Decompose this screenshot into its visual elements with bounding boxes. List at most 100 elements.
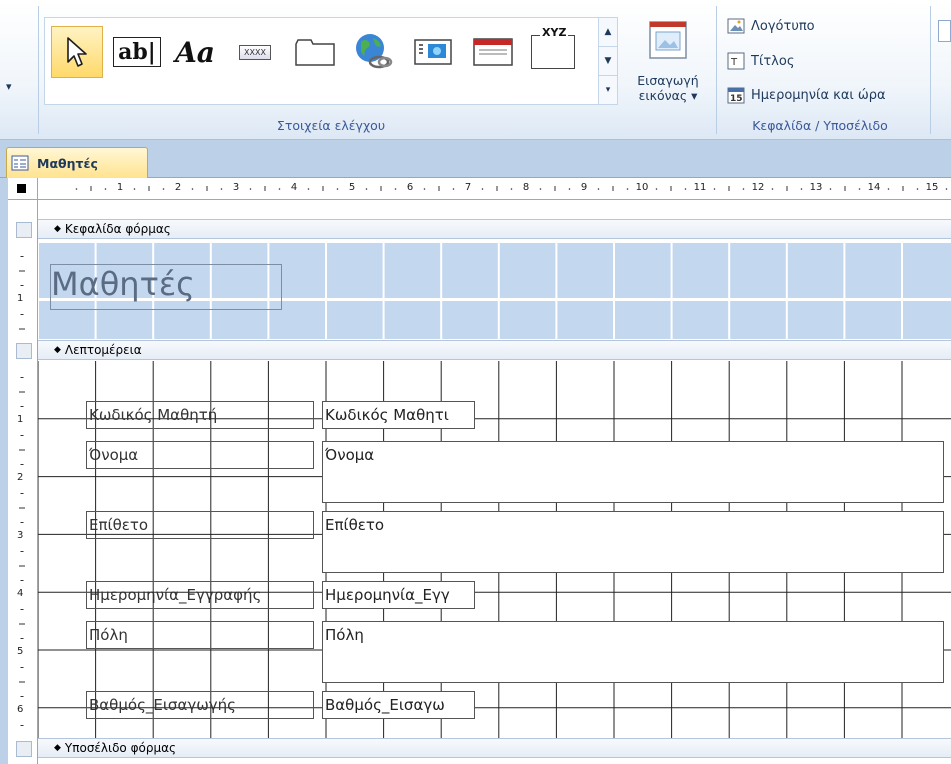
navigation-control-button[interactable] xyxy=(467,26,519,78)
document-tab-label: Μαθητές xyxy=(37,155,98,171)
form-footer-label: Υποσέλιδο φόρμας xyxy=(64,741,177,755)
ribbon-separator xyxy=(930,6,931,134)
section-marker-icon: ◆ xyxy=(54,345,61,355)
title-button[interactable]: T Τίτλος xyxy=(727,50,794,72)
select-pointer-button[interactable] xyxy=(51,26,103,78)
form-title-label[interactable]: Μαθητές xyxy=(50,264,282,310)
field-label[interactable]: Επίθετο xyxy=(86,511,314,539)
ruler-tick xyxy=(336,188,339,190)
option-group-button[interactable]: XYZ xyxy=(527,26,579,78)
navigation-control-icon xyxy=(473,38,513,66)
ruler-tick xyxy=(191,188,194,190)
form-header-section-bar[interactable]: ◆ Κεφαλίδα φόρμας xyxy=(16,219,951,239)
ribbon-left-arrow[interactable]: ▾ xyxy=(6,80,12,93)
ruler-mark: 10 xyxy=(635,182,649,193)
field-textbox[interactable]: Επίθετο xyxy=(322,511,944,573)
label-button[interactable]: Aa xyxy=(169,26,221,78)
field-textbox[interactable]: Κωδικός Μαθητι xyxy=(322,401,475,429)
detail-label: Λεπτομέρεια xyxy=(64,343,142,357)
gallery-scrollbar[interactable]: ▲ ▼ ▾ xyxy=(598,17,618,105)
ruler-tick xyxy=(858,188,861,190)
detail-section-bar[interactable]: ◆ Λεπτομέρεια xyxy=(16,340,951,360)
header-grid-cell xyxy=(845,243,901,298)
option-group-icon: XYZ xyxy=(531,26,575,69)
gallery-expand[interactable]: ▾ xyxy=(599,76,617,105)
section-selector[interactable] xyxy=(16,741,32,757)
section-selector[interactable] xyxy=(16,343,32,359)
ruler-tick xyxy=(655,188,658,190)
ruler-tick xyxy=(75,188,78,190)
field-label[interactable]: Ημερομηνία_Εγγραφής xyxy=(86,581,314,609)
ruler-tick xyxy=(568,188,571,190)
ruler-mark: 12 xyxy=(751,182,765,193)
insert-image-button[interactable]: Εισαγωγή εικόνας ▾ xyxy=(624,16,712,114)
form-designer: 1 2 3 4 5 6 7 8 9 10 11 12 13 14 15 1123456 ◆ Κεφαλίδα… xyxy=(0,178,951,764)
form-footer-section-bar[interactable]: ◆ Υποσέλιδο φόρμας xyxy=(16,738,951,758)
header-grid-cell xyxy=(672,301,729,339)
ruler-tick xyxy=(945,188,948,190)
document-tab-bar: Μαθητές xyxy=(0,140,951,178)
field-label[interactable]: Πόλη xyxy=(86,621,314,649)
ruler-mark: 5 xyxy=(348,182,356,193)
ruler-mark: 1 xyxy=(116,182,124,193)
form-selector[interactable] xyxy=(8,178,38,200)
logo-button[interactable]: Λογότυπο xyxy=(727,15,815,37)
field-label[interactable]: Κωδικός Μαθητή xyxy=(86,401,314,429)
button-control-button[interactable]: XXXX xyxy=(229,26,281,78)
ruler-tick xyxy=(162,188,165,190)
ruler-tick xyxy=(626,188,629,190)
gallery-scroll-down[interactable]: ▼ xyxy=(599,47,617,76)
section-marker-icon: ◆ xyxy=(54,224,61,234)
svg-text:15: 15 xyxy=(730,94,743,104)
ribbon: ▾ ab| Aa XXXX XYZ ▲ ▼ ▾ Στοιχεία ελέγχου… xyxy=(0,0,951,140)
ruler-tick xyxy=(365,188,368,190)
header-grid-cell xyxy=(499,301,556,339)
field-label[interactable]: Βαθμός_Εισαγωγής xyxy=(86,691,314,719)
header-grid-cell xyxy=(384,301,441,339)
ruler-mark: 7 xyxy=(464,182,472,193)
ruler-mark: 2 xyxy=(17,472,24,483)
ruler-tick xyxy=(539,188,542,190)
header-grid-cell xyxy=(557,243,613,298)
ruler-tick xyxy=(887,188,890,190)
field-label[interactable]: Όνομα xyxy=(86,441,314,469)
svg-text:T: T xyxy=(730,57,738,68)
header-grid-cell xyxy=(730,243,786,298)
ruler-mark: 13 xyxy=(809,182,823,193)
header-grid-cell xyxy=(903,301,951,339)
field-textbox[interactable]: Όνομα xyxy=(322,441,944,503)
ruler-tick xyxy=(771,188,774,190)
ruler-mark: 3 xyxy=(17,530,24,541)
ruler-mark: 6 xyxy=(17,704,24,715)
form-header-label: Κεφαλίδα φόρμας xyxy=(64,222,171,236)
ruler-tick xyxy=(452,188,455,190)
ribbon-separator xyxy=(38,6,39,134)
ribbon-next-group-icon[interactable] xyxy=(938,20,951,42)
logo-icon xyxy=(727,18,745,34)
ruler-tick xyxy=(307,188,310,190)
field-textbox[interactable]: Πόλη xyxy=(322,621,944,683)
hyperlink-button[interactable] xyxy=(347,26,399,78)
form-header-area: Μαθητές xyxy=(38,242,951,340)
section-selector[interactable] xyxy=(16,222,32,238)
ruler-tick xyxy=(133,188,136,190)
header-grid-cell xyxy=(845,301,901,339)
header-grid-cell xyxy=(730,301,786,339)
ribbon-separator xyxy=(716,6,717,134)
web-browser-button[interactable] xyxy=(407,26,459,78)
textbox-button[interactable]: ab| xyxy=(111,26,163,78)
header-grid-cell xyxy=(615,243,671,298)
ruler-tick xyxy=(684,188,687,190)
vertical-ruler-ticks xyxy=(19,256,25,330)
ruler-mark: 6 xyxy=(406,182,414,193)
field-textbox[interactable]: Ημερομηνία_Εγγ xyxy=(322,581,475,609)
controls-gallery: ab| Aa XXXX XYZ xyxy=(44,17,601,105)
gallery-scroll-up[interactable]: ▲ xyxy=(599,18,617,47)
date-time-button[interactable]: 15 Ημερομηνία και ώρα xyxy=(727,84,886,106)
tab-control-button[interactable] xyxy=(289,26,341,78)
document-tab[interactable]: Μαθητές xyxy=(6,147,148,178)
ruler-tick xyxy=(481,188,484,190)
field-textbox[interactable]: Βαθμός_Εισαγω xyxy=(322,691,475,719)
ruler-mark: 15 xyxy=(925,182,939,193)
ribbon-left-edge: ▾ xyxy=(0,0,40,139)
